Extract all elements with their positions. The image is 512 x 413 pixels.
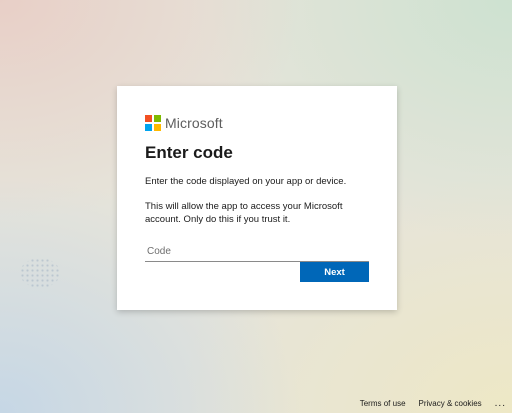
warning-text: This will allow the app to access your M… [145, 201, 343, 225]
more-options-icon[interactable]: ... [495, 398, 506, 408]
code-input[interactable] [145, 242, 369, 262]
instruction-text: Enter the code displayed on your app or … [145, 176, 347, 187]
next-button[interactable]: Next [300, 262, 369, 282]
terms-of-use-link[interactable]: Terms of use [360, 399, 406, 408]
page-title: Enter code [145, 143, 233, 162]
logo-square-yellow [154, 124, 161, 131]
brand-name: Microsoft [165, 115, 223, 131]
logo-square-blue [145, 124, 152, 131]
background-dot-pattern [20, 258, 60, 288]
privacy-cookies-link[interactable]: Privacy & cookies [419, 399, 482, 408]
logo-square-red [145, 115, 152, 122]
logo-square-green [154, 115, 161, 122]
page-footer: Terms of use Privacy & cookies ... [360, 398, 506, 408]
sign-in-card: Microsoft Enter code Enter the code disp… [117, 86, 397, 310]
microsoft-logo-icon [145, 115, 161, 131]
brand-header: Microsoft [145, 114, 369, 132]
